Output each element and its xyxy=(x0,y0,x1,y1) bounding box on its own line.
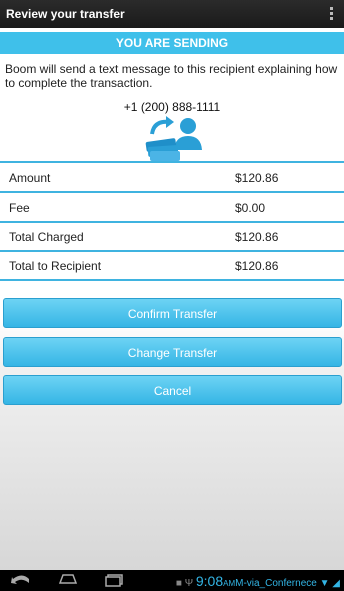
transfer-icon xyxy=(144,114,204,162)
usb-icon: Ψ xyxy=(184,578,194,589)
row-value: $0.00 xyxy=(235,201,266,215)
action-bar: Review your transfer xyxy=(0,0,344,28)
row-label: Total to Recipient xyxy=(9,259,102,273)
wifi-icon: ▼ xyxy=(319,578,330,589)
page-title: Review your transfer xyxy=(6,7,125,21)
summary-row-total-to-recipient: Total to Recipient $120.86 xyxy=(0,251,344,281)
home-icon[interactable] xyxy=(58,573,78,587)
row-label: Fee xyxy=(9,201,30,215)
network-name: M-via_Confernece xyxy=(235,578,317,589)
row-value: $120.86 xyxy=(235,230,279,244)
clock-time: 9:08 xyxy=(195,573,224,589)
confirm-transfer-button[interactable]: Confirm Transfer xyxy=(3,298,342,328)
summary-row-amount: Amount $120.86 xyxy=(0,163,344,193)
summary-row-total-charged: Total Charged $120.86 xyxy=(0,222,344,252)
system-nav-bar: ■ Ψ 9:08AMM-via_Confernece ▼ ◢ xyxy=(0,570,344,591)
overflow-menu-icon[interactable] xyxy=(330,7,334,22)
row-label: Total Charged xyxy=(9,230,84,244)
summary-row-fee: Fee $0.00 xyxy=(0,193,344,223)
cancel-button[interactable]: Cancel xyxy=(3,375,342,405)
change-transfer-button[interactable]: Change Transfer xyxy=(3,337,342,367)
android-debug-icon: ■ xyxy=(175,578,182,589)
clock-ampm: AM xyxy=(223,579,236,588)
row-value: $120.86 xyxy=(235,259,279,273)
recipient-phone: +1 (200) 888-1111 xyxy=(123,100,221,114)
recipient-message: Boom will send a text message to this re… xyxy=(5,62,338,90)
status-area: ■ Ψ 9:08AMM-via_Confernece ▼ ◢ xyxy=(176,573,340,589)
sending-banner: YOU ARE SENDING xyxy=(0,32,344,54)
back-icon[interactable] xyxy=(10,573,32,587)
recent-apps-icon[interactable] xyxy=(104,573,126,587)
main-content: YOU ARE SENDING Boom will send a text me… xyxy=(0,28,344,570)
signal-icon: ◢ xyxy=(332,578,340,589)
row-value: $120.86 xyxy=(235,171,279,185)
row-label: Amount xyxy=(9,171,51,185)
